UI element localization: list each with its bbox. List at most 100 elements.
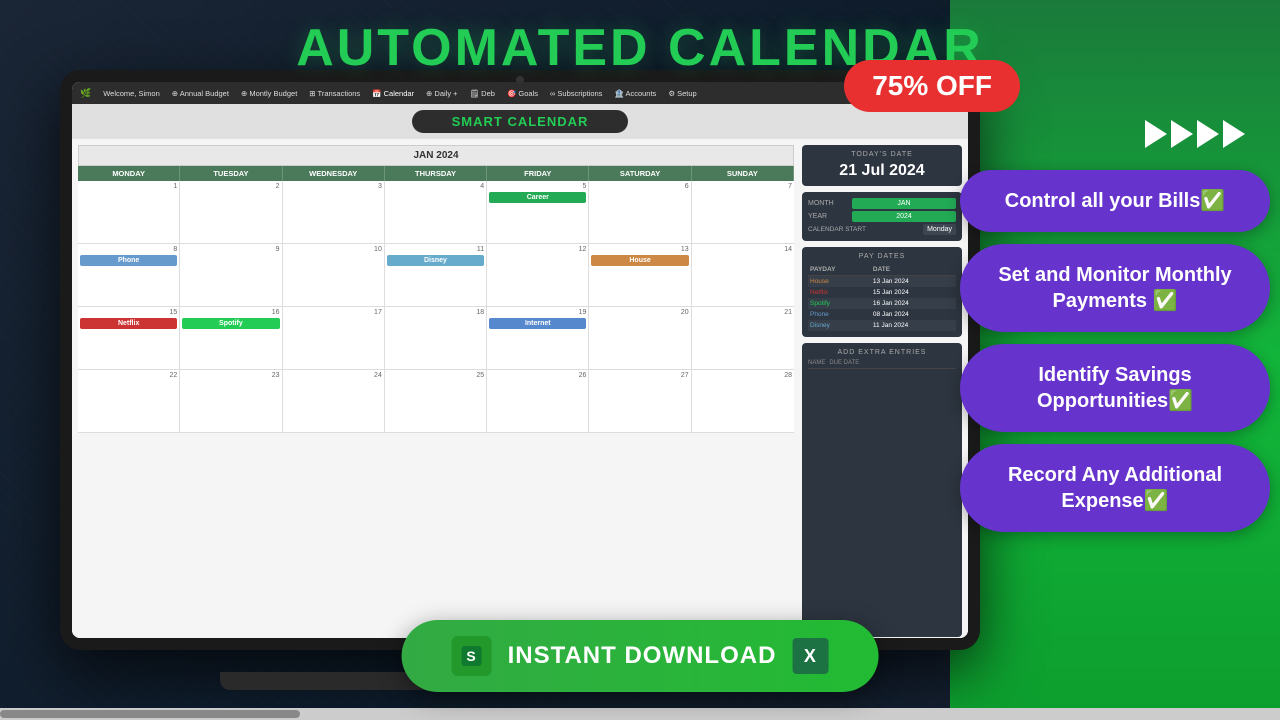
feature-btn-payments[interactable]: Set and Monitor Monthly Payments ✅ <box>960 244 1270 332</box>
cal-cell-10[interactable]: 10 <box>283 244 385 306</box>
extra-date-header: DUE DATE <box>829 360 859 366</box>
cal-cell-11[interactable]: 11Disney <box>385 244 487 306</box>
calendar-grid: JAN 2024 MONDAY TUESDAY WEDNESDAY THURSD… <box>78 145 794 637</box>
day-tue: TUESDAY <box>180 166 282 181</box>
nav-transactions[interactable]: ⊞ Transactions <box>309 89 360 98</box>
day-sun: SUNDAY <box>692 166 794 181</box>
cal-cell-24[interactable]: 24 <box>283 370 385 432</box>
cal-cell-16[interactable]: 16Spotify <box>180 307 282 369</box>
feature-btn-expense[interactable]: Record Any Additional Expense✅ <box>960 444 1270 532</box>
cal-cell-9[interactable]: 9 <box>180 244 282 306</box>
pay-dates-row: Netflix 15 Jan 2024 <box>808 287 956 298</box>
day-sat: SATURDAY <box>589 166 691 181</box>
feature-btn-bills[interactable]: Control all your Bills✅ <box>960 170 1270 232</box>
nav-annual-budget[interactable]: ⊕ Annual Budget <box>172 89 229 98</box>
cal-cell-14[interactable]: 14 <box>692 244 794 306</box>
calendar-title: SMART CALENDAR <box>412 110 629 133</box>
today-date-card: TODAY'S DATE 21 Jul 2024 <box>802 145 962 186</box>
cal-cell-20[interactable]: 20 <box>589 307 691 369</box>
week-row-4: 22 23 24 25 26 27 28 <box>78 370 794 433</box>
day-fri: FRIDAY <box>487 166 589 181</box>
cal-cell-21[interactable]: 21 <box>692 307 794 369</box>
day-mon: MONDAY <box>78 166 180 181</box>
pay-name-cell: House <box>808 276 871 288</box>
pay-dates-table: PAYDAY DATE House 13 Jan 2024 Netflix 15… <box>808 264 956 331</box>
cal-cell-7[interactable]: 7 <box>692 181 794 243</box>
cal-cell-8[interactable]: 8Phone <box>78 244 180 306</box>
month-label: MONTH <box>808 200 848 207</box>
payday-col-header: PAYDAY <box>808 264 871 276</box>
cal-cell-26[interactable]: 26 <box>487 370 589 432</box>
pay-date-cell: 08 Jan 2024 <box>871 309 956 320</box>
laptop-screen: 🌿 Welcome, Simon ⊕ Annual Budget ⊕ Montl… <box>72 82 968 638</box>
month-year-card: MONTH JAN YEAR 2024 CALENDAR START Monda… <box>802 192 962 241</box>
year-label: YEAR <box>808 213 848 220</box>
excel-icon: X <box>792 638 828 674</box>
app-logo: 🌿 <box>80 88 91 99</box>
pay-dates-row: Phone 08 Jan 2024 <box>808 309 956 320</box>
scrollbar[interactable] <box>0 708 1280 720</box>
pay-dates-row: House 13 Jan 2024 <box>808 276 956 288</box>
pay-name-cell: Netflix <box>808 287 871 298</box>
feature-btn-savings[interactable]: Identify Savings Opportunities✅ <box>960 344 1270 432</box>
cal-cell-22[interactable]: 22 <box>78 370 180 432</box>
laptop: 🌿 Welcome, Simon ⊕ Annual Budget ⊕ Montl… <box>60 70 980 690</box>
cal-cell-25[interactable]: 25 <box>385 370 487 432</box>
week-row-2: 8Phone 9 10 11Disney 12 13House 14 <box>78 244 794 307</box>
calendar-title-bar: SMART CALENDAR <box>72 104 968 139</box>
download-label: INSTANT DOWNLOAD <box>508 642 777 670</box>
nav-setup[interactable]: ⚙ Setup <box>668 89 696 98</box>
nav-deb[interactable]: 🗒 Deb <box>470 89 495 98</box>
cal-cell-13[interactable]: 13House <box>589 244 691 306</box>
year-value[interactable]: 2024 <box>852 211 956 222</box>
cal-cell-4[interactable]: 4 <box>385 181 487 243</box>
cal-cell-1[interactable]: 1 <box>78 181 180 243</box>
cal-start-label: CALENDAR START <box>808 226 919 233</box>
cal-cell-28[interactable]: 28 <box>692 370 794 432</box>
date-col-header: DATE <box>871 264 956 276</box>
year-row: YEAR 2024 <box>808 211 956 222</box>
cal-cell-6[interactable]: 6 <box>589 181 691 243</box>
nav-goals[interactable]: 🎯 Goals <box>507 89 538 98</box>
cal-cell-3[interactable]: 3 <box>283 181 385 243</box>
nav-monthly-budget[interactable]: ⊕ Montly Budget <box>241 89 297 98</box>
day-wed: WEDNESDAY <box>283 166 385 181</box>
day-headers: MONDAY TUESDAY WEDNESDAY THURSDAY FRIDAY… <box>78 166 794 181</box>
month-value[interactable]: JAN <box>852 198 956 209</box>
download-button[interactable]: S INSTANT DOWNLOAD X <box>402 620 879 692</box>
cal-cell-2[interactable]: 2 <box>180 181 282 243</box>
nav-subscriptions[interactable]: ∞ Subscriptions <box>550 89 602 98</box>
discount-badge: 75% OFF <box>844 60 1020 112</box>
nav-daily[interactable]: ⊕ Daily + <box>426 89 458 98</box>
pay-dates-row: Disney 11 Jan 2024 <box>808 320 956 331</box>
arrow-icon-4 <box>1223 120 1245 148</box>
cal-cell-18[interactable]: 18 <box>385 307 487 369</box>
nav-accounts[interactable]: 🏦 Accounts <box>614 89 656 98</box>
month-header: JAN 2024 <box>78 145 794 166</box>
cal-cell-27[interactable]: 27 <box>589 370 691 432</box>
spreadsheet: 🌿 Welcome, Simon ⊕ Annual Budget ⊕ Montl… <box>72 82 968 638</box>
today-date-value: 21 Jul 2024 <box>808 162 956 180</box>
pay-date-cell: 13 Jan 2024 <box>871 276 956 288</box>
pay-date-cell: 15 Jan 2024 <box>871 287 956 298</box>
pay-dates-card: PAY DATES PAYDAY DATE House <box>802 247 962 337</box>
calendar-main: JAN 2024 MONDAY TUESDAY WEDNESDAY THURSD… <box>72 139 968 638</box>
page-title: AUTOMATED CALENDAR <box>0 18 1280 78</box>
cal-cell-17[interactable]: 17 <box>283 307 385 369</box>
feature-buttons: Control all your Bills✅ Set and Monitor … <box>960 170 1270 532</box>
scrollbar-thumb[interactable] <box>0 710 300 718</box>
nav-calendar[interactable]: 📅 Calendar <box>372 89 414 98</box>
cal-start-val[interactable]: Monday <box>923 224 956 235</box>
cal-cell-5[interactable]: 5Career <box>487 181 589 243</box>
cal-cell-12[interactable]: 12 <box>487 244 589 306</box>
arrow-icon-3 <box>1197 120 1219 148</box>
extra-name-header: NAME <box>808 360 825 366</box>
pay-date-cell: 16 Jan 2024 <box>871 298 956 309</box>
cal-cell-15[interactable]: 15Netflix <box>78 307 180 369</box>
cal-cell-23[interactable]: 23 <box>180 370 282 432</box>
svg-text:S: S <box>466 648 476 664</box>
pay-date-cell: 11 Jan 2024 <box>871 320 956 331</box>
day-thu: THURSDAY <box>385 166 487 181</box>
cal-cell-19[interactable]: 19Internet <box>487 307 589 369</box>
add-extra-headers: NAME DUE DATE <box>808 360 956 369</box>
